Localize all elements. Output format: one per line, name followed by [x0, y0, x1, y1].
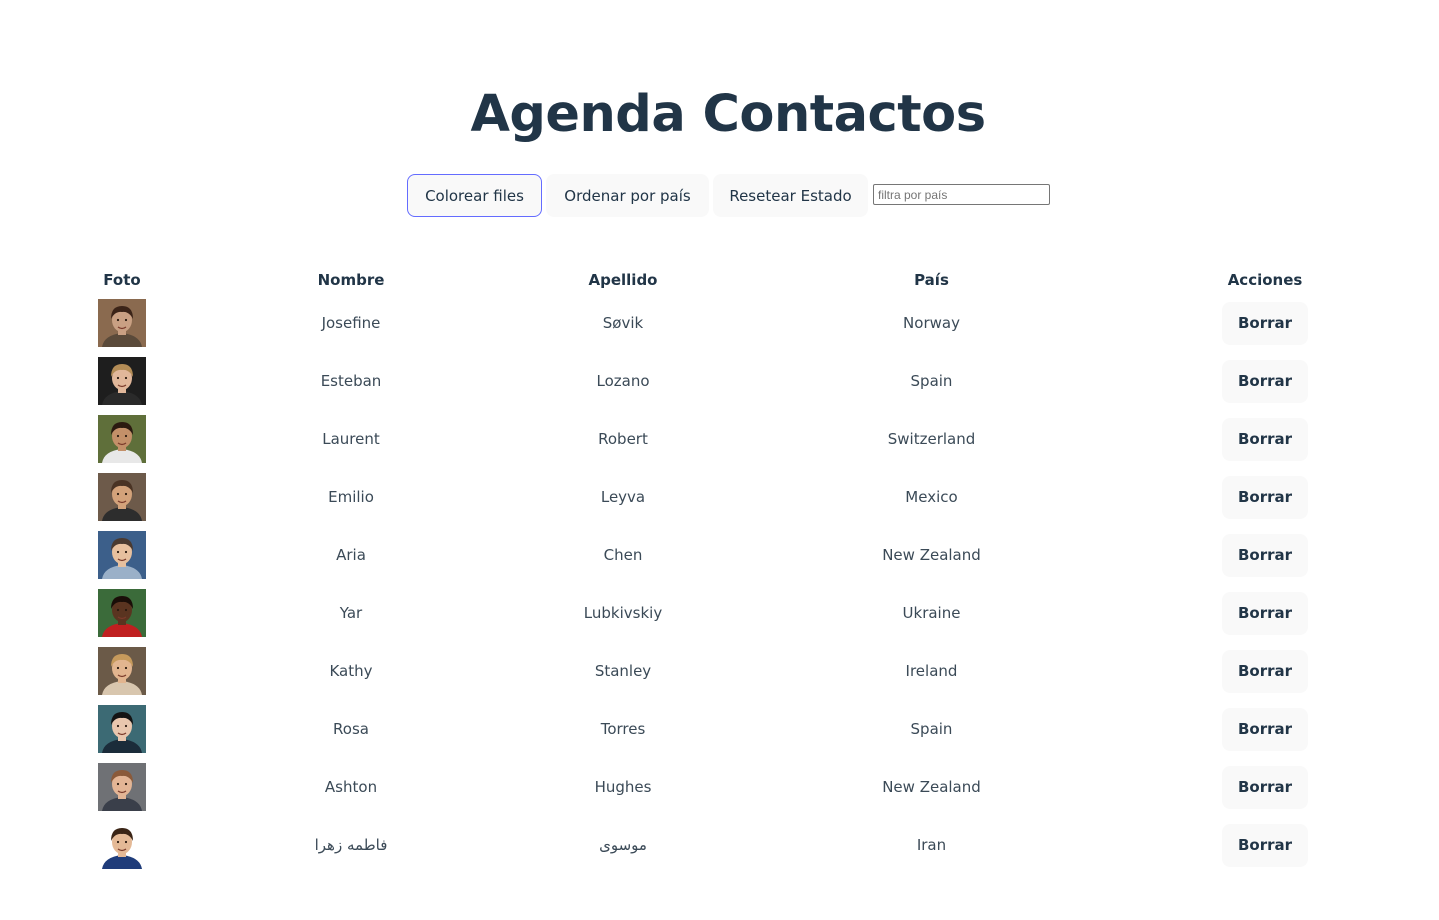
last-name-cell: Robert	[598, 430, 648, 448]
actions-cell: Borrar	[1173, 700, 1357, 758]
photo-cell	[98, 526, 146, 584]
actions-cell: Borrar	[1173, 758, 1357, 816]
actions-cell: Borrar	[1173, 816, 1357, 874]
delete-button[interactable]: Borrar	[1222, 359, 1308, 403]
table-row: Aria Chen New Zealand Borrar	[98, 526, 1357, 584]
photo-cell	[98, 642, 146, 700]
country-cell: New Zealand	[882, 778, 981, 796]
delete-button[interactable]: Borrar	[1222, 707, 1308, 751]
country-cell: Iran	[916, 836, 947, 854]
actions-cell: Borrar	[1173, 468, 1357, 526]
last-name-cell: Chen	[603, 546, 643, 564]
avatar	[98, 299, 146, 347]
last-name-cell: Lubkivskiy	[583, 604, 663, 622]
photo-cell	[98, 700, 146, 758]
first-name-cell: Josefine	[321, 314, 381, 332]
first-name-cell: Kathy	[329, 662, 373, 680]
first-name-cell: فاطمه زهرا	[314, 836, 388, 854]
table-row: Esteban Lozano Spain Borrar	[98, 352, 1357, 410]
avatar	[98, 415, 146, 463]
first-name-cell: Yar	[339, 604, 363, 622]
last-name-cell: Stanley	[594, 662, 652, 680]
table-row: فاطمه زهرا موسوی Iran Borrar	[98, 816, 1357, 874]
photo-cell	[98, 468, 146, 526]
table-row: Laurent Robert Switzerland Borrar	[98, 410, 1357, 468]
country-cell: Ireland	[905, 662, 958, 680]
color-rows-button[interactable]: Colorear files	[407, 174, 542, 217]
actions-cell: Borrar	[1173, 526, 1357, 584]
last-name-cell: موسوی	[599, 836, 647, 854]
page-title: Agenda Contactos	[470, 85, 986, 144]
country-cell: Spain	[910, 720, 953, 738]
delete-button[interactable]: Borrar	[1222, 591, 1308, 635]
table-row: Yar Lubkivskiy Ukraine Borrar	[98, 584, 1357, 642]
last-name-cell: Hughes	[594, 778, 652, 796]
table-row: Emilio Leyva Mexico Borrar	[98, 468, 1357, 526]
contacts-table: Foto Nombre Apellido País Acciones Josef…	[98, 266, 1357, 874]
avatar	[98, 531, 146, 579]
avatar	[98, 763, 146, 811]
photo-cell	[98, 294, 146, 352]
delete-button[interactable]: Borrar	[1222, 475, 1308, 519]
table-header-row: Foto Nombre Apellido País Acciones	[98, 266, 1357, 294]
avatar	[98, 705, 146, 753]
delete-button[interactable]: Borrar	[1222, 417, 1308, 461]
first-name-cell: Laurent	[322, 430, 380, 448]
country-cell: New Zealand	[882, 546, 981, 564]
country-cell: Spain	[910, 372, 953, 390]
sort-by-country-button[interactable]: Ordenar por país	[546, 174, 709, 217]
last-name-cell: Leyva	[600, 488, 646, 506]
reset-state-button[interactable]: Resetear Estado	[713, 174, 868, 217]
actions-cell: Borrar	[1173, 352, 1357, 410]
country-cell: Switzerland	[887, 430, 976, 448]
country-cell: Norway	[903, 314, 960, 332]
delete-button[interactable]: Borrar	[1222, 533, 1308, 577]
header-name: Nombre	[317, 271, 385, 289]
first-name-cell: Emilio	[328, 488, 374, 506]
table-row: Ashton Hughes New Zealand Borrar	[98, 758, 1357, 816]
delete-button[interactable]: Borrar	[1222, 765, 1308, 809]
actions-cell: Borrar	[1173, 642, 1357, 700]
last-name-cell: Søvik	[602, 314, 644, 332]
header-actions: Acciones	[1227, 271, 1303, 289]
delete-button[interactable]: Borrar	[1222, 301, 1308, 345]
photo-cell	[98, 410, 146, 468]
table-row: Josefine Søvik Norway Borrar	[98, 294, 1357, 352]
avatar	[98, 473, 146, 521]
actions-cell: Borrar	[1173, 584, 1357, 642]
toolbar: Colorear files Ordenar por país Resetear…	[407, 174, 1050, 217]
avatar	[98, 821, 146, 869]
photo-cell	[98, 758, 146, 816]
country-filter-input[interactable]	[873, 184, 1050, 205]
photo-cell	[98, 352, 146, 410]
avatar	[98, 589, 146, 637]
header-last-name: Apellido	[588, 271, 658, 289]
table-row: Kathy Stanley Ireland Borrar	[98, 642, 1357, 700]
first-name-cell: Aria	[336, 546, 366, 564]
avatar	[98, 647, 146, 695]
last-name-cell: Torres	[600, 720, 646, 738]
contacts-table-body: Josefine Søvik Norway Borrar Esteban Lozano Sp…	[98, 294, 1357, 874]
country-cell: Ukraine	[902, 604, 961, 622]
first-name-cell: Esteban	[320, 372, 382, 390]
photo-cell	[98, 816, 146, 874]
header-photo: Foto	[103, 271, 141, 289]
actions-cell: Borrar	[1173, 410, 1357, 468]
avatar	[98, 357, 146, 405]
first-name-cell: Rosa	[333, 720, 369, 738]
delete-button[interactable]: Borrar	[1222, 823, 1308, 867]
country-cell: Mexico	[905, 488, 958, 506]
header-country: País	[914, 271, 949, 289]
delete-button[interactable]: Borrar	[1222, 649, 1308, 693]
last-name-cell: Lozano	[596, 372, 650, 390]
table-row: Rosa Torres Spain Borrar	[98, 700, 1357, 758]
first-name-cell: Ashton	[324, 778, 378, 796]
actions-cell: Borrar	[1173, 294, 1357, 352]
photo-cell	[98, 584, 146, 642]
